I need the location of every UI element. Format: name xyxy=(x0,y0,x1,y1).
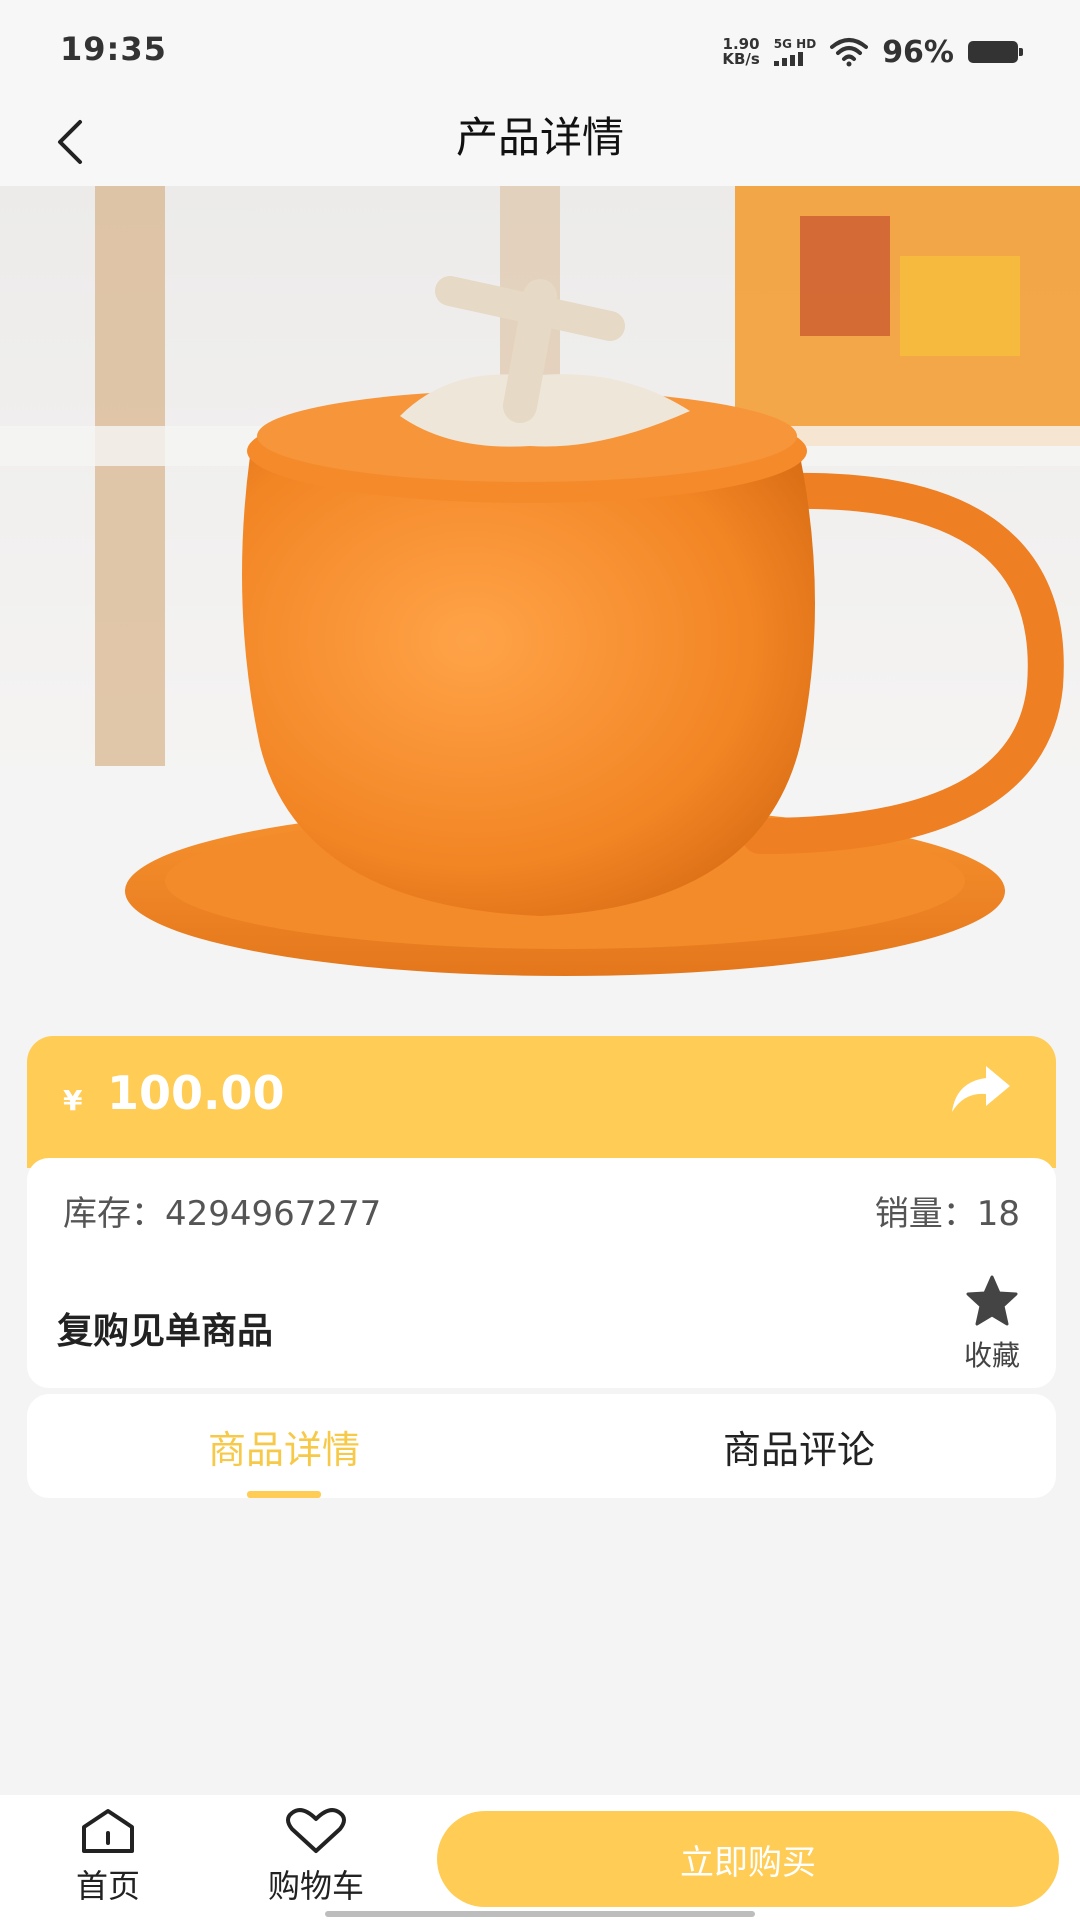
share-button[interactable] xyxy=(950,1064,1012,1116)
currency-symbol: ¥ xyxy=(63,1084,83,1117)
home-button[interactable]: 首页 xyxy=(28,1807,188,1907)
price-bar: ¥ 100.00 xyxy=(27,1036,1056,1168)
battery-icon xyxy=(968,41,1023,63)
share-arrow-icon xyxy=(952,1066,1010,1112)
status-time: 19:35 xyxy=(60,30,167,68)
stock-value: 4294967277 xyxy=(165,1194,382,1234)
stock-info: 库存：4294967277 xyxy=(63,1186,381,1235)
product-info-card: 库存：4294967277 销量：18 复购见单商品 收藏 xyxy=(27,1158,1056,1388)
favorite-label: 收藏 xyxy=(963,1339,1020,1372)
status-indicators: 1.90 KB/s 5G HD 96% xyxy=(722,30,1023,74)
network-type-label: 5G HD xyxy=(773,37,817,51)
network-speed: 1.90 KB/s xyxy=(722,37,759,67)
stock-label: 库存： xyxy=(63,1194,165,1234)
star-icon xyxy=(966,1275,1018,1326)
cart-label: 购物车 xyxy=(267,1867,364,1905)
network-type: 5G HD xyxy=(773,37,817,66)
sales-label: 销量： xyxy=(874,1194,977,1234)
product-photo xyxy=(0,186,1080,1024)
product-name: 复购见单商品 xyxy=(57,1311,274,1352)
cart-button[interactable]: 购物车 xyxy=(236,1807,396,1907)
battery-percent: 96% xyxy=(882,34,954,70)
sales-info: 销量：18 xyxy=(875,1186,1020,1235)
active-tab-indicator xyxy=(247,1491,321,1498)
tabs-bar: 商品详情 商品评论 xyxy=(27,1394,1056,1498)
tab-product-detail[interactable]: 商品详情 xyxy=(27,1394,541,1498)
favorite-button[interactable]: 收藏 xyxy=(952,1274,1032,1378)
bottom-action-bar: 首页 购物车 立即购买 xyxy=(0,1795,1080,1920)
page-title: 产品详情 xyxy=(455,113,624,162)
sales-value: 18 xyxy=(976,1194,1020,1234)
home-icon xyxy=(82,1809,134,1853)
home-indicator xyxy=(325,1911,755,1917)
status-bar: 19:35 1.90 KB/s 5G HD 96% xyxy=(0,0,1080,100)
nav-bar: 产品详情 xyxy=(0,100,1080,186)
buy-now-button[interactable]: 立即购买 xyxy=(437,1811,1059,1907)
home-label: 首页 xyxy=(75,1867,140,1905)
heart-icon xyxy=(286,1808,346,1853)
product-price: 100.00 xyxy=(107,1066,285,1120)
tab-product-reviews[interactable]: 商品评论 xyxy=(542,1394,1056,1498)
wifi-icon xyxy=(830,38,869,67)
product-image[interactable] xyxy=(0,186,1080,1024)
network-speed-unit: KB/s xyxy=(722,50,760,68)
signal-icon xyxy=(773,52,803,66)
